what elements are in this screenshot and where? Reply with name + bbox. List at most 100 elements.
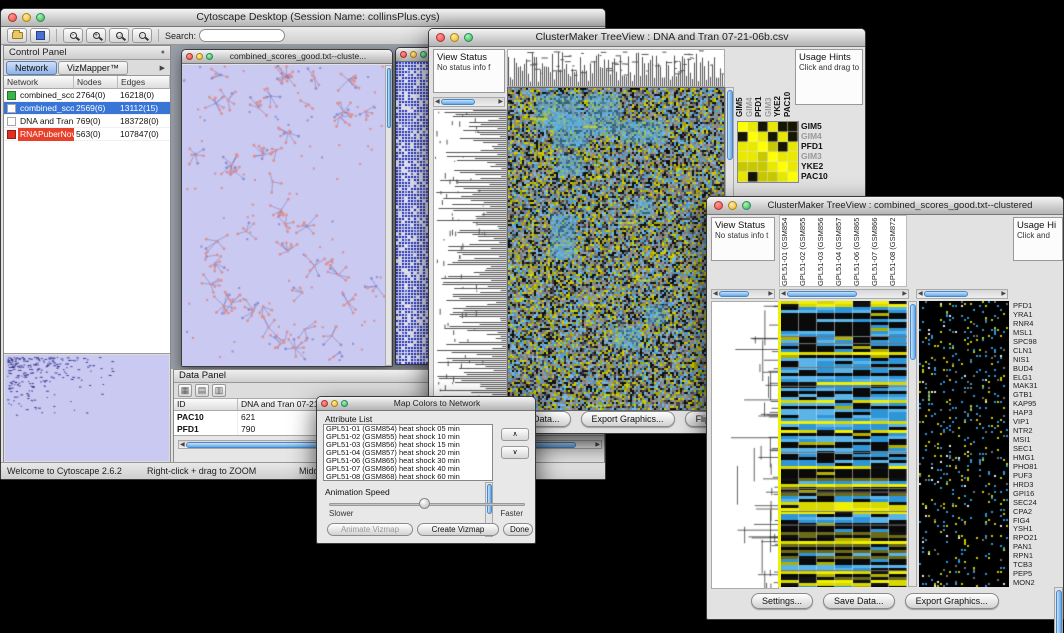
scroll-right-icon[interactable]: ▶ — [1000, 290, 1007, 298]
attribute-delete-icon[interactable]: ▥ — [212, 384, 226, 397]
chevron-right-icon[interactable]: ▶ — [160, 64, 165, 72]
dendrogram-horizontal-scrollbar[interactable]: ◀ ▶ — [433, 97, 505, 107]
usage-hints-title: Usage Hints — [799, 52, 859, 63]
done-button[interactable]: Done — [503, 523, 533, 536]
float-panel-icon[interactable]: ● — [161, 46, 165, 59]
gene-dendrogram-canvas[interactable] — [711, 301, 779, 589]
zoom-region-button[interactable]: · — [132, 28, 152, 43]
gene-label: ELG1 — [1013, 373, 1053, 382]
close-icon[interactable] — [321, 400, 328, 407]
scroll-right-icon[interactable]: ▶ — [497, 98, 504, 106]
attribute-create-icon[interactable]: ▤ — [195, 384, 209, 397]
dendrogram-horizontal-scrollbar[interactable]: ◀ ▶ — [711, 289, 775, 299]
open-button[interactable] — [7, 28, 27, 43]
column-header-id[interactable]: ID — [174, 399, 238, 411]
heatmap-canvas[interactable] — [781, 301, 907, 587]
minimize-icon[interactable] — [331, 400, 338, 407]
network-vertical-scrollbar[interactable] — [385, 65, 392, 366]
scroll-thumb[interactable] — [487, 484, 492, 514]
search-input[interactable] — [199, 29, 285, 42]
tab-vizmapper[interactable]: VizMapper™ — [58, 61, 128, 75]
tab-network[interactable]: Network — [6, 61, 57, 75]
attribute-item[interactable]: GPL51-08 (GSM868) heat shock 60 min — [324, 473, 492, 481]
network-canvas[interactable] — [182, 65, 385, 366]
usage-hints-text: Click and drag to — [799, 63, 859, 72]
treeview-combined-titlebar[interactable]: ClusterMaker TreeView : combined_scores_… — [707, 197, 1063, 215]
attribute-select-icon[interactable]: ▦ — [178, 384, 192, 397]
scroll-thumb[interactable] — [910, 304, 916, 360]
zoom-fit-button[interactable]: □ — [109, 28, 129, 43]
heatmap-vertical-scrollbar[interactable] — [908, 301, 917, 587]
attribute-list[interactable]: GPL51-01 (GSM854) heat shock 05 minGPL51… — [323, 424, 493, 481]
scroll-left-icon[interactable]: ◀ — [712, 290, 719, 298]
move-up-button[interactable]: ∧ — [501, 428, 529, 441]
scroll-left-icon[interactable]: ◀ — [179, 441, 186, 449]
main-titlebar[interactable]: Cytoscape Desktop (Session Name: collins… — [1, 9, 605, 27]
minimize-icon[interactable] — [450, 33, 459, 42]
network-row-highlighted[interactable]: RNAPuberNov2 563(0) 107847(0) — [4, 128, 170, 141]
treeview-button[interactable]: Export Graphics... — [581, 411, 675, 427]
minimize-icon[interactable] — [22, 13, 31, 22]
scroll-thumb[interactable] — [787, 291, 857, 297]
save-button[interactable] — [30, 28, 50, 43]
minimize-icon[interactable] — [410, 51, 417, 58]
scroll-thumb[interactable] — [1056, 590, 1062, 633]
close-icon[interactable] — [8, 13, 17, 22]
matrix-row-labels: GIM5GIM4PFD1GIM3YKE2PAC10 — [801, 121, 845, 183]
close-icon[interactable] — [714, 201, 723, 210]
network-row-selected[interactable]: combined_sco 2569(6) 13112(15) — [4, 102, 170, 115]
network-edges: 16218(0) — [118, 89, 170, 102]
scroll-thumb[interactable] — [727, 90, 733, 160]
treeview-button[interactable]: Settings... — [751, 593, 813, 609]
view-status-panel: View Status No status info f — [433, 49, 505, 93]
gene-label: SEC24 — [1013, 498, 1053, 507]
scroll-right-icon[interactable]: ▶ — [901, 290, 908, 298]
network-row[interactable]: DNA and Tran 07 769(0) 183728(0) — [4, 115, 170, 128]
secondary-horizontal-scrollbar[interactable]: ◀ ▶ — [916, 289, 1008, 299]
matrix-row-label: YKE2 — [801, 161, 845, 171]
gene-label: NTR2 — [1013, 426, 1053, 435]
treeview-dna-titlebar[interactable]: ClusterMaker TreeView : DNA and Tran 07-… — [429, 29, 865, 47]
zoom-out-icon: - — [70, 32, 77, 39]
zoom-out-button[interactable]: - — [63, 28, 83, 43]
scroll-thumb[interactable] — [441, 99, 475, 105]
create-vizmap-button[interactable]: Create Vizmap — [417, 523, 499, 536]
heatmap-horizontal-scrollbar[interactable]: ◀ ▶ — [779, 289, 909, 299]
scroll-right-icon[interactable]: ▶ — [767, 290, 774, 298]
gene-label: FIG4 — [1013, 516, 1053, 525]
treeview-button[interactable]: Save Data... — [823, 593, 895, 609]
column-header-edges[interactable]: Edges — [118, 76, 170, 89]
close-icon[interactable] — [436, 33, 445, 42]
similarity-matrix-canvas[interactable] — [737, 121, 799, 183]
network-row[interactable]: combined_scores 2764(0) 16218(0) — [4, 89, 170, 102]
treeview-button[interactable]: Export Graphics... — [905, 593, 999, 609]
close-icon[interactable] — [186, 53, 193, 60]
secondary-heatmap-canvas[interactable] — [919, 301, 1009, 587]
scroll-thumb[interactable] — [387, 68, 391, 128]
array-dendrogram-canvas[interactable] — [507, 49, 725, 87]
gene-list-vertical-scrollbar[interactable] — [1054, 587, 1063, 633]
scroll-thumb[interactable] — [719, 291, 749, 297]
scroll-left-icon[interactable]: ◀ — [917, 290, 924, 298]
gene-label: SPC98 — [1013, 337, 1053, 346]
minimize-icon[interactable] — [196, 53, 203, 60]
slider-knob[interactable] — [419, 498, 430, 509]
scroll-left-icon[interactable]: ◀ — [780, 290, 787, 298]
column-header-nodes[interactable]: Nodes — [74, 76, 118, 89]
scroll-thumb[interactable] — [924, 291, 968, 297]
move-down-button[interactable]: ∨ — [501, 446, 529, 459]
view-status-text: No status info t — [715, 231, 771, 240]
minimize-icon[interactable] — [728, 201, 737, 210]
network-view-titlebar[interactable]: combined_scores_good.txt--cluste... — [182, 50, 392, 64]
zoom-in-button[interactable]: + — [86, 28, 106, 43]
column-header-network[interactable]: Network — [4, 76, 74, 89]
scroll-right-icon[interactable]: ▶ — [594, 441, 601, 449]
gene-dendrogram-canvas[interactable] — [433, 109, 507, 411]
scroll-left-icon[interactable]: ◀ — [434, 98, 441, 106]
close-icon[interactable] — [400, 51, 407, 58]
heatmap-canvas[interactable] — [507, 87, 725, 411]
animate-vizmap-button[interactable]: Animate Vizmap — [327, 523, 413, 536]
zoom-window-icon[interactable] — [420, 51, 427, 58]
map-dialog-titlebar[interactable]: Map Colors to Network — [317, 397, 535, 411]
network-overview-thumbnail[interactable] — [5, 355, 169, 461]
